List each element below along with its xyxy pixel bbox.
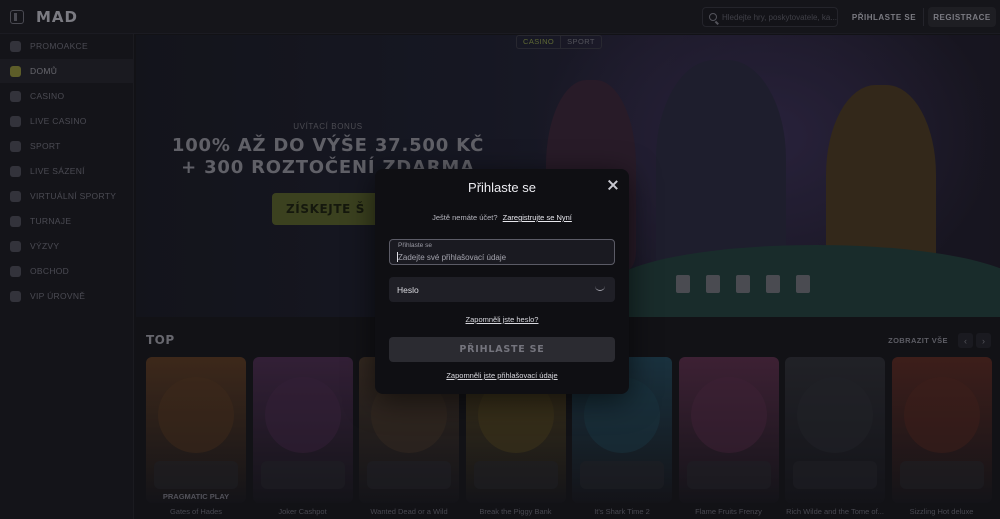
close-icon[interactable] [607,179,619,191]
text-caret [397,252,398,262]
login-field[interactable]: Přihlaste se [389,239,615,265]
login-modal: Přihlaste se Ještě nemáte účet? Zaregist… [375,169,629,394]
register-prompt: Ještě nemáte účet? Zaregistrujte se Nyní [375,213,629,222]
login-field-label: Přihlaste se [398,242,432,249]
no-account-text: Ještě nemáte účet? [432,213,498,222]
forgot-password-link[interactable]: Zapomněli jste heslo? [375,315,629,324]
submit-login-button[interactable]: PŘIHLASTE SE [389,337,615,362]
modal-title: Přihlaste se [468,180,536,195]
show-password-icon[interactable] [595,285,605,291]
register-link[interactable]: Zaregistrujte se Nyní [503,213,572,222]
password-field[interactable]: Heslo [389,277,615,302]
password-label: Heslo [397,285,419,295]
login-input[interactable] [398,252,608,263]
forgot-credentials-link[interactable]: Zapomněli jste přihlašovací údaje [375,371,629,380]
